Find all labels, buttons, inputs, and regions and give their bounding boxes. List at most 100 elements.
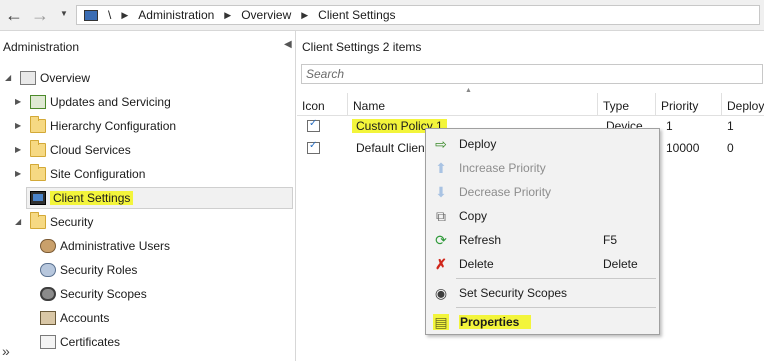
menu-item-copy[interactable]: ⧉ Copy <box>426 204 659 228</box>
copy-icon: ⧉ <box>436 207 446 224</box>
breadcrumb-administration[interactable]: Administration <box>138 8 214 22</box>
expand-caret-icon[interactable]: ▶ <box>15 145 21 154</box>
menu-item-set-security-scopes[interactable]: ◉ Set Security Scopes <box>426 281 659 305</box>
tree-item-hierarchy-configuration[interactable]: Hierarchy Configuration <box>30 115 176 137</box>
menu-item-label: Decrease Priority <box>459 185 552 199</box>
deploy-icon: ⇨ <box>435 135 447 152</box>
expand-caret-icon[interactable]: ▶ <box>15 169 21 178</box>
search-box[interactable] <box>301 64 763 84</box>
search-input[interactable] <box>302 65 762 83</box>
delete-icon: ✗ <box>435 255 447 272</box>
address-bar: ← → ▼ \ ▶ Administration ▶ Overview ▶ Cl… <box>0 0 764 31</box>
menu-item-increase-priority[interactable]: ⬆ Increase Priority <box>426 156 659 180</box>
results-title: Client Settings 2 items <box>302 40 422 54</box>
tree-item-label: Security Scopes <box>60 287 147 301</box>
row-priority: 10000 <box>666 141 700 155</box>
expand-caret-icon[interactable]: ▶ <box>15 121 21 130</box>
overview-icon <box>20 71 36 85</box>
column-header-row: Icon Name Type Priority Deploym <box>297 93 764 116</box>
collapse-caret-icon[interactable]: ◢ <box>5 73 11 82</box>
menu-item-delete[interactable]: ✗ Delete Delete <box>426 252 659 276</box>
breadcrumb-root[interactable]: \ <box>108 8 111 22</box>
breadcrumb-separator-icon[interactable]: ▶ <box>301 10 308 21</box>
tree-item-label: Client Settings <box>50 191 134 205</box>
tree-item-accounts[interactable]: Accounts <box>40 307 109 329</box>
tree-item-cloud-services[interactable]: Cloud Services <box>30 139 131 161</box>
tree-item-label: Administrative Users <box>60 239 171 253</box>
tree-item-overview[interactable]: Overview <box>20 67 90 89</box>
accounts-icon <box>40 311 56 325</box>
menu-item-label: Properties <box>459 315 532 329</box>
menu-item-label: Set Security Scopes <box>459 286 568 300</box>
menu-separator <box>456 278 656 279</box>
tree-item-label: Hierarchy Configuration <box>50 119 177 133</box>
menu-item-label: Refresh <box>459 233 502 247</box>
forward-arrow-icon[interactable]: → <box>30 5 50 25</box>
menu-item-label: Deploy <box>459 137 497 151</box>
collapse-caret-icon[interactable]: ◢ <box>15 217 21 226</box>
tree-item-security[interactable]: Security <box>30 211 93 233</box>
menu-item-properties[interactable]: ▤ Properties <box>426 310 659 334</box>
breadcrumb-client-settings[interactable]: Client Settings <box>318 8 395 22</box>
policy-icon <box>307 137 320 159</box>
arrow-up-icon: ⬆ <box>435 159 447 176</box>
tree-item-security-scopes[interactable]: Security Scopes <box>40 283 147 305</box>
breadcrumb-separator-icon[interactable]: ▶ <box>121 10 128 21</box>
certificate-icon <box>40 335 56 349</box>
updates-icon <box>30 95 46 109</box>
history-dropdown-icon[interactable]: ▼ <box>60 9 68 18</box>
expand-caret-icon[interactable]: ▶ <box>15 97 21 106</box>
tree-item-label: Accounts <box>60 311 110 325</box>
roles-icon <box>40 263 56 277</box>
breadcrumb-separator-icon[interactable]: ▶ <box>224 10 231 21</box>
tree-item-security-roles[interactable]: Security Roles <box>40 259 137 281</box>
row-name: Default Client <box>356 141 429 155</box>
context-menu: ⇨ Deploy ⬆ Increase Priority ⬇ Decrease … <box>425 128 660 335</box>
menu-separator <box>456 307 656 308</box>
tree-item-label: Certificates <box>60 335 121 349</box>
nav-pane-title: Administration <box>3 40 80 54</box>
collapse-pane-icon[interactable]: ◀ <box>284 39 292 50</box>
tree-item-label: Site Configuration <box>50 167 146 181</box>
lock-icon <box>40 287 56 301</box>
back-arrow-icon[interactable]: ← <box>4 5 24 25</box>
navigation-pane: Administration ◀ ◢ Overview ▶ Updates an… <box>0 31 296 361</box>
tree-item-site-configuration[interactable]: Site Configuration <box>30 163 145 185</box>
refresh-icon: ⟳ <box>435 231 447 248</box>
column-header-name[interactable]: Name <box>347 93 597 115</box>
tree-item-label: Cloud Services <box>50 143 131 157</box>
users-icon <box>40 239 56 253</box>
menu-item-label: Delete <box>459 257 494 271</box>
menu-item-decrease-priority[interactable]: ⬇ Decrease Priority <box>426 180 659 204</box>
row-priority: 1 <box>666 119 673 133</box>
menu-item-refresh[interactable]: ⟳ Refresh F5 <box>426 228 659 252</box>
row-deployments: 1 <box>727 119 734 133</box>
lock-icon: ◉ <box>434 284 448 301</box>
breadcrumb[interactable]: \ ▶ Administration ▶ Overview ▶ Client S… <box>76 5 760 25</box>
properties-icon: ▤ <box>433 313 449 330</box>
menu-item-shortcut: F5 <box>603 233 618 247</box>
folder-icon <box>30 140 46 157</box>
arrow-down-icon: ⬇ <box>435 183 447 200</box>
computer-icon <box>84 9 98 21</box>
menu-item-label: Increase Priority <box>459 161 546 175</box>
tree-item-label: Security Roles <box>60 263 138 277</box>
column-header-type[interactable]: Type <box>597 93 655 115</box>
policy-icon <box>307 115 320 137</box>
tree-item-administrative-users[interactable]: Administrative Users <box>40 235 170 257</box>
row-deployments: 0 <box>727 141 734 155</box>
folder-icon <box>30 116 46 133</box>
menu-item-deploy[interactable]: ⇨ Deploy <box>426 132 659 156</box>
column-header-priority[interactable]: Priority <box>655 93 721 115</box>
folder-icon <box>30 212 46 229</box>
breadcrumb-overview[interactable]: Overview <box>241 8 291 22</box>
column-header-deployments[interactable]: Deploym <box>721 93 764 115</box>
tree-item-label: Security <box>50 215 94 229</box>
column-header-icon[interactable]: Icon <box>297 93 347 115</box>
tree-item-updates-and-servicing[interactable]: Updates and Servicing <box>30 91 171 113</box>
tree-item-client-settings[interactable]: Client Settings <box>30 187 134 209</box>
tree-item-certificates[interactable]: Certificates <box>40 331 120 353</box>
expand-workspaces-icon[interactable]: » <box>2 343 10 359</box>
client-settings-icon <box>30 191 46 205</box>
folder-icon <box>30 164 46 181</box>
